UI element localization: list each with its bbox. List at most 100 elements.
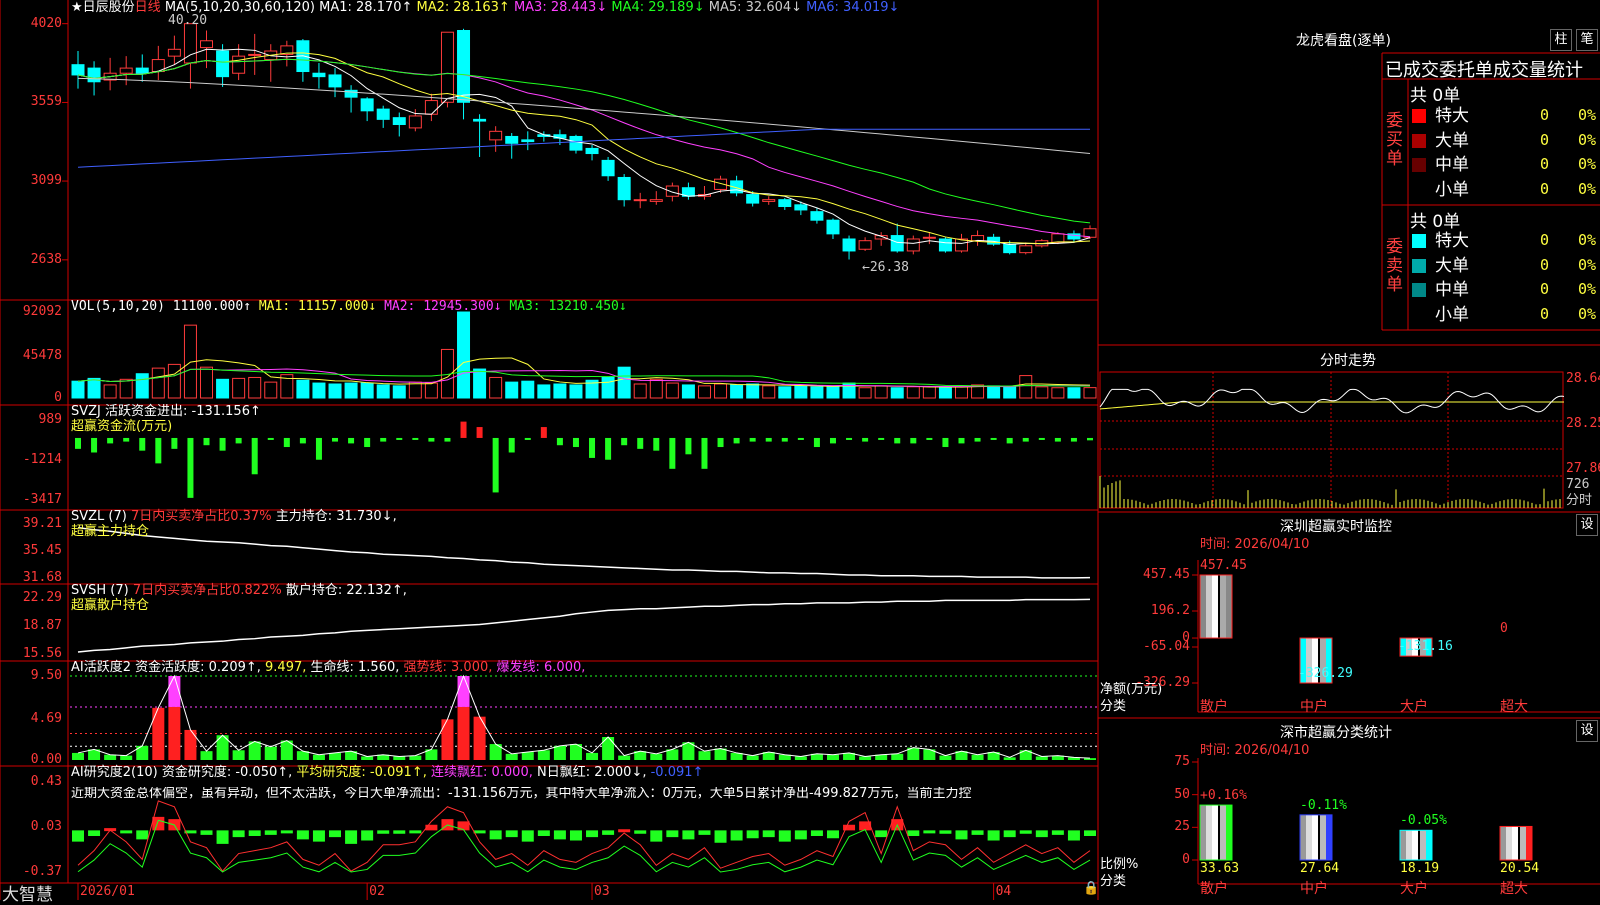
volume-bar bbox=[1003, 386, 1017, 399]
fund-flow-bar bbox=[364, 437, 371, 448]
stat-bar-stripe bbox=[1206, 805, 1212, 860]
monitor-bar-value: 0 bbox=[1500, 621, 1508, 637]
candle-body bbox=[360, 98, 374, 112]
volume-bar bbox=[489, 376, 503, 399]
candle-body bbox=[376, 108, 390, 120]
stat-bar-stripe bbox=[1220, 805, 1226, 860]
candle-body bbox=[135, 67, 149, 74]
fund-flow-bar bbox=[1054, 437, 1061, 442]
fund-flow-bar bbox=[412, 437, 419, 440]
color-swatch bbox=[1412, 283, 1426, 297]
kline-ytick: 3559 bbox=[30, 94, 62, 110]
research-bar bbox=[875, 830, 888, 838]
monitor-bar-value: -326.29 bbox=[1298, 666, 1353, 681]
candle-body bbox=[392, 117, 406, 125]
candle-body bbox=[200, 40, 214, 49]
research-bar bbox=[810, 830, 823, 836]
vol-ytick: 45478 bbox=[22, 347, 62, 363]
stat-ytick: 50 bbox=[1174, 786, 1190, 802]
tick-mode-button[interactable]: 笔 bbox=[1576, 29, 1598, 51]
order-size-label: 小单 bbox=[1435, 304, 1469, 325]
volume-bar bbox=[344, 382, 358, 399]
fund-flow-bar bbox=[508, 437, 515, 453]
research-bar bbox=[698, 830, 711, 835]
candle-body bbox=[617, 176, 631, 201]
candle-body bbox=[746, 194, 760, 204]
research-bar bbox=[1084, 830, 1096, 836]
research-bar bbox=[200, 830, 213, 835]
activity-bar bbox=[746, 755, 759, 760]
stat-bar-stripe bbox=[1526, 826, 1532, 860]
research-bar bbox=[152, 816, 165, 831]
volume-bar bbox=[954, 386, 968, 399]
fund-flow-bar bbox=[492, 437, 499, 493]
research-bar bbox=[939, 830, 952, 834]
fund-flow-bar bbox=[669, 437, 676, 469]
activity-bar bbox=[264, 746, 277, 760]
volume-bar bbox=[601, 376, 615, 399]
research-bar bbox=[1051, 830, 1064, 835]
volume-bar bbox=[730, 384, 744, 399]
research-bar bbox=[377, 830, 390, 834]
monitor-bar-value: 457.45 bbox=[1200, 558, 1247, 573]
fund-flow-bar bbox=[155, 437, 162, 464]
stat-bar bbox=[1399, 829, 1433, 861]
candle-body bbox=[1003, 243, 1017, 254]
fund-flow-bar bbox=[315, 437, 322, 460]
research-bar bbox=[457, 821, 470, 831]
legend-item: MA1: 11157.000↓ bbox=[258, 299, 385, 314]
svzl-ytick: 35.45 bbox=[22, 542, 62, 558]
fund-flow-bar bbox=[396, 437, 403, 440]
volume-bar bbox=[810, 386, 824, 399]
volume-bar bbox=[167, 363, 181, 399]
activity-bar bbox=[104, 754, 117, 760]
fund-flow-bar bbox=[765, 437, 772, 442]
volume-bar bbox=[1035, 386, 1049, 399]
fund-flow-bar bbox=[717, 437, 724, 448]
fund-flow-bar bbox=[251, 437, 258, 475]
ma60-line bbox=[77, 77, 1091, 155]
stat-bar-stripe bbox=[1200, 805, 1206, 860]
research-bar bbox=[393, 830, 406, 834]
order-size-label: 中单 bbox=[1435, 280, 1469, 300]
legend-item: 平均研究度: -0.091↑, bbox=[296, 765, 431, 780]
fund-flow-bar bbox=[476, 427, 483, 438]
fund-flow-bar bbox=[572, 437, 579, 448]
fund-flow-bar bbox=[813, 437, 820, 448]
volume-bar bbox=[617, 366, 631, 399]
activity-burst-bar bbox=[457, 676, 470, 707]
volume-bar bbox=[264, 381, 278, 399]
stat-bar-value: 18.19 bbox=[1400, 861, 1440, 876]
fund-flow-bar bbox=[1070, 437, 1077, 442]
fund-flow-bar bbox=[894, 437, 901, 444]
monitor-bar bbox=[1199, 574, 1233, 639]
order-count: 0 bbox=[1540, 130, 1550, 149]
volume-bar bbox=[874, 385, 888, 399]
fenshi-title: 分时走势 bbox=[1320, 353, 1376, 369]
stat-bar-stripe bbox=[1512, 826, 1518, 860]
lock-icon[interactable]: 🔒 bbox=[1083, 882, 1099, 896]
date-label: 2026/01 bbox=[80, 884, 135, 899]
volume-bar bbox=[906, 386, 920, 399]
candle-body bbox=[922, 236, 936, 239]
stat-bar-stripe bbox=[1312, 814, 1318, 860]
research-bar bbox=[602, 830, 615, 835]
research-bar bbox=[296, 830, 309, 840]
bar-mode-button[interactable]: 柱 bbox=[1550, 29, 1572, 51]
activity-bar bbox=[152, 707, 165, 760]
stat-settings-button[interactable]: 设 bbox=[1576, 720, 1598, 742]
fund-flow-bar bbox=[749, 437, 756, 442]
candle-body bbox=[232, 55, 246, 74]
legend-item: AI活跃度2 bbox=[71, 660, 136, 675]
buy-side-label: 委买单 bbox=[1386, 111, 1403, 169]
fund-flow-bar bbox=[1022, 437, 1029, 442]
buy-total: 共 0单 bbox=[1410, 86, 1461, 106]
monitor-settings-button[interactable]: 设 bbox=[1576, 514, 1598, 536]
fund-flow-bar bbox=[348, 437, 355, 444]
vol-ytick: 0 bbox=[54, 390, 62, 405]
fund-flow-bar bbox=[653, 437, 660, 451]
research-bar bbox=[923, 830, 936, 834]
fund-flow-bar bbox=[460, 421, 467, 438]
research-bar bbox=[489, 830, 502, 840]
volume-bar bbox=[681, 384, 695, 399]
